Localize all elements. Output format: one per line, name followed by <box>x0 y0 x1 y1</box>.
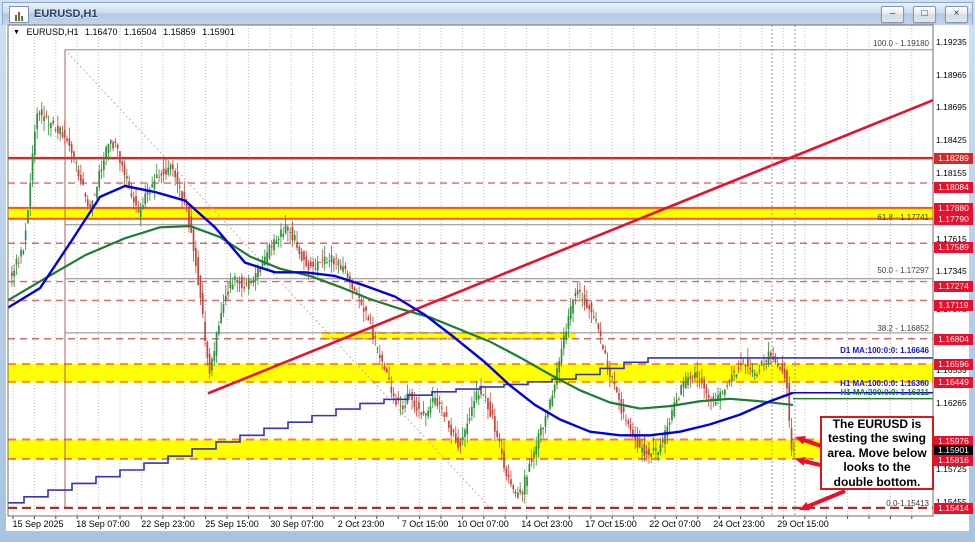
chart-ohlc-header[interactable]: ▼ EURUSD,H1 1.16470 1.16504 1.15859 1.15… <box>13 27 239 37</box>
price-axis-label: 1.16265 <box>936 398 967 408</box>
fib-level-label: 100.0 - 1.19180 <box>873 39 929 48</box>
fib-level-label: 61.8 - 1.17741 <box>877 213 929 222</box>
ohlc-low: 1.15859 <box>163 27 196 37</box>
ohlc-high: 1.16504 <box>124 27 157 37</box>
price-level-tag: 1.17790 <box>934 214 973 225</box>
price-level-tag: 1.18289 <box>934 153 973 164</box>
fib-level-label: 50.0 - 1.17297 <box>877 266 929 275</box>
time-axis-label: 22 Sep 23:00 <box>141 519 195 529</box>
time-axis-label: 7 Oct 15:00 <box>402 519 449 529</box>
price-level-tag: 1.16449 <box>934 377 973 388</box>
application-window: { "window": { "title": "EURUSD,H1", "con… <box>0 0 975 542</box>
price-level-tag: 1.16804 <box>934 334 973 345</box>
price-level-tag: 1.15414 <box>934 503 973 514</box>
time-axis-label: 15 Sep 2025 <box>12 519 63 529</box>
time-axis-label: 10 Oct 07:00 <box>457 519 509 529</box>
annotation-box[interactable]: The EURUSD is testing the swing area. Mo… <box>820 416 934 490</box>
time-axis-label: 24 Oct 23:00 <box>713 519 765 529</box>
time-axis-label: 29 Oct 15:00 <box>777 519 829 529</box>
price-level-tag: 1.17589 <box>934 242 973 253</box>
price-axis-label: 1.15725 <box>936 464 967 474</box>
window-frame-bottom <box>0 531 975 542</box>
price-axis-label: 1.18155 <box>936 168 967 178</box>
price-axis-label: 1.18425 <box>936 135 967 145</box>
ohlc-open: 1.16470 <box>85 27 118 37</box>
price-level-tag: 1.18084 <box>934 182 973 193</box>
price-level-tag: 1.17119 <box>934 300 973 311</box>
ma-indicator-label: H1 MA:200:0:0: 1.16311 <box>841 388 930 397</box>
time-axis-label: 17 Oct 15:00 <box>585 519 637 529</box>
price-level-tag: 1.15816 <box>934 455 973 466</box>
symbol-dropdown-arrow-icon[interactable]: ▼ <box>13 29 20 36</box>
ohlc-close: 1.15901 <box>202 27 235 37</box>
time-axis-label: 22 Oct 07:00 <box>649 519 701 529</box>
ma-indicator-label: D1 MA:100:0:0: 1.16646 <box>840 346 929 355</box>
price-axis-label: 1.19235 <box>936 37 967 47</box>
time-axis-label: 30 Sep 07:00 <box>270 519 324 529</box>
ma-indicator-label: H1 MA:100:0:0: 1.16360 <box>840 379 929 388</box>
ohlc-symbol: EURUSD,H1 <box>26 27 78 37</box>
price-level-tag: 1.16596 <box>934 359 973 370</box>
annotation-text: The EURUSD is testing the swing area. Mo… <box>823 417 931 490</box>
time-axis-label: 18 Sep 07:00 <box>76 519 130 529</box>
price-level-tag: 1.17880 <box>934 203 973 214</box>
time-axis-label: 25 Sep 15:00 <box>205 519 259 529</box>
fib-level-label: 38.2 - 1.16852 <box>877 324 929 333</box>
price-axis-label: 1.18695 <box>936 102 967 112</box>
time-axis-label: 2 Oct 23:00 <box>338 519 385 529</box>
time-axis-label: 14 Oct 23:00 <box>521 519 573 529</box>
price-axis-label: 1.17345 <box>936 266 967 276</box>
price-axis-label: 1.18965 <box>936 70 967 80</box>
price-level-tag: 1.17274 <box>934 281 973 292</box>
fib-level-label: 0.0-1.15413 <box>886 499 929 508</box>
